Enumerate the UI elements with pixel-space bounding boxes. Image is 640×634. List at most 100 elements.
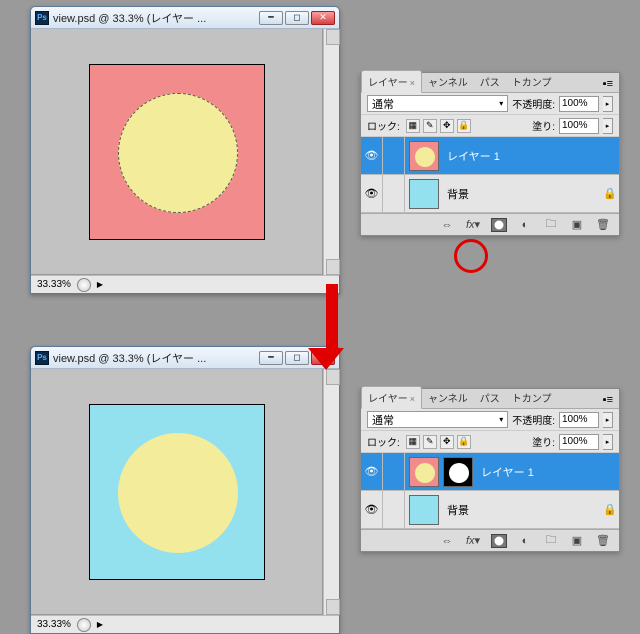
panel-tabs: レイヤー× ャンネル パス トカンプ ▪≡ [361, 73, 619, 93]
maximize-button[interactable]: ◻ [285, 11, 309, 25]
visibility-toggle-icon[interactable] [361, 175, 383, 212]
tab-paths[interactable]: パス [474, 387, 506, 408]
lock-position-icon[interactable]: ✥ [440, 435, 454, 449]
document-window-after: Ps view.psd @ 33.3% (レイヤー ... ━ ◻ ✕ 33.3… [30, 346, 340, 634]
maximize-button[interactable]: ◻ [285, 351, 309, 365]
document-title: view.psd @ 33.3% (レイヤー ... [53, 350, 259, 366]
tab-channels[interactable]: ャンネル [422, 71, 474, 92]
lock-all-icon[interactable]: 🔒 [457, 119, 471, 133]
delete-layer-icon[interactable]: 🗑 [593, 217, 613, 233]
panel-footer: ⇔ fx▾ ◐ 🗀 ▣ 🗑 [361, 529, 619, 551]
vertical-scrollbar[interactable] [323, 29, 339, 275]
opacity-flyout-icon[interactable]: ▸ [603, 96, 613, 112]
layer-name[interactable]: 背景 [443, 502, 601, 518]
opacity-label: 不透明度: [512, 412, 555, 427]
layer-style-icon[interactable]: fx▾ [463, 217, 483, 233]
titlebar[interactable]: Ps view.psd @ 33.3% (レイヤー ... ━ ◻ ✕ [31, 347, 339, 369]
fill-flyout-icon[interactable]: ▸ [603, 118, 613, 134]
delete-layer-icon[interactable]: 🗑 [593, 533, 613, 549]
layer-name[interactable]: レイヤー 1 [477, 464, 601, 480]
masked-circle [118, 433, 238, 553]
tab-layers[interactable]: レイヤー× [361, 70, 422, 93]
opacity-label: 不透明度: [512, 96, 555, 111]
lock-all-icon[interactable]: 🔒 [457, 435, 471, 449]
adjustment-layer-icon[interactable]: ◐ [515, 217, 535, 233]
fill-field[interactable]: 100% [559, 118, 599, 134]
layers-panel-after: レイヤー× ャンネル パス トカンプ ▪≡ 通常▾ 不透明度: 100% ▸ ロ… [360, 388, 620, 552]
new-layer-icon[interactable]: ▣ [567, 217, 587, 233]
tab-layers[interactable]: レイヤー× [361, 386, 422, 409]
visibility-toggle-icon[interactable] [361, 491, 383, 528]
lock-transparent-icon[interactable]: ▦ [406, 435, 420, 449]
tab-paths[interactable]: パス [474, 71, 506, 92]
navigator-icon[interactable] [77, 278, 91, 292]
close-button[interactable]: ✕ [311, 11, 335, 25]
titlebar[interactable]: Ps view.psd @ 33.3% (レイヤー ... ━ ◻ ✕ [31, 7, 339, 29]
layer-name[interactable]: 背景 [443, 186, 601, 202]
opacity-flyout-icon[interactable]: ▸ [603, 412, 613, 428]
new-layer-icon[interactable]: ▣ [567, 533, 587, 549]
canvas-area[interactable] [31, 29, 323, 275]
lock-indicator-icon: 🔒 [601, 503, 619, 516]
zoom-level[interactable]: 33.33% [37, 619, 71, 630]
tab-close-icon[interactable]: × [410, 394, 415, 404]
fill-flyout-icon[interactable]: ▸ [603, 434, 613, 450]
layer-thumbnail[interactable] [409, 495, 439, 525]
layer-name[interactable]: レイヤー 1 [443, 148, 601, 164]
layer-row[interactable]: レイヤー 1 [361, 453, 619, 491]
tab-layer-comps[interactable]: トカンプ [506, 387, 558, 408]
navigator-icon[interactable] [77, 618, 91, 632]
lock-pixels-icon[interactable]: ✎ [423, 435, 437, 449]
layer-thumbnail[interactable] [409, 457, 439, 487]
status-bar: 33.33% ▶ [31, 615, 339, 633]
visibility-toggle-icon[interactable] [361, 137, 383, 174]
fill-label: 塗り: [532, 118, 555, 133]
document-window-before: Ps view.psd @ 33.3% (レイヤー ... ━ ◻ ✕ 33.3… [30, 6, 340, 294]
tab-layer-comps[interactable]: トカンプ [506, 71, 558, 92]
layer-row[interactable]: レイヤー 1 [361, 137, 619, 175]
add-layer-mask-icon[interactable] [489, 217, 509, 233]
layer-row[interactable]: 背景🔒 [361, 491, 619, 529]
adjustment-layer-icon[interactable]: ◐ [515, 533, 535, 549]
blend-mode-select[interactable]: 通常▾ [367, 411, 508, 428]
link-column [383, 137, 405, 174]
layer-group-icon[interactable]: 🗀 [541, 533, 561, 549]
lock-label: ロック: [367, 118, 400, 133]
panel-menu-icon[interactable]: ▪≡ [597, 392, 619, 408]
lock-pixels-icon[interactable]: ✎ [423, 119, 437, 133]
canvas-area[interactable] [31, 369, 323, 615]
tab-close-icon[interactable]: × [410, 78, 415, 88]
layer-thumbnail[interactable] [409, 179, 439, 209]
add-layer-mask-icon[interactable] [489, 533, 509, 549]
status-arrow[interactable]: ▶ [97, 620, 103, 629]
lock-transparent-icon[interactable]: ▦ [406, 119, 420, 133]
layers-panel-before: レイヤー× ャンネル パス トカンプ ▪≡ 通常▾ 不透明度: 100% ▸ ロ… [360, 72, 620, 236]
fill-field[interactable]: 100% [559, 434, 599, 450]
vertical-scrollbar[interactable] [323, 369, 339, 615]
layer-thumbnail[interactable] [409, 141, 439, 171]
layer-group-icon[interactable]: 🗀 [541, 217, 561, 233]
selection-circle [118, 93, 238, 213]
status-arrow[interactable]: ▶ [97, 280, 103, 289]
minimize-button[interactable]: ━ [259, 351, 283, 365]
artboard [89, 64, 265, 240]
minimize-button[interactable]: ━ [259, 11, 283, 25]
link-column [383, 491, 405, 528]
zoom-level[interactable]: 33.33% [37, 279, 71, 290]
tab-channels[interactable]: ャンネル [422, 387, 474, 408]
lock-position-icon[interactable]: ✥ [440, 119, 454, 133]
opacity-field[interactable]: 100% [559, 96, 599, 112]
document-title: view.psd @ 33.3% (レイヤー ... [53, 10, 259, 26]
layer-style-icon[interactable]: fx▾ [463, 533, 483, 549]
link-column [383, 453, 405, 490]
link-layers-icon[interactable]: ⇔ [437, 217, 457, 233]
artboard [89, 404, 265, 580]
lock-indicator-icon: 🔒 [601, 187, 619, 200]
opacity-field[interactable]: 100% [559, 412, 599, 428]
link-layers-icon[interactable]: ⇔ [437, 533, 457, 549]
visibility-toggle-icon[interactable] [361, 453, 383, 490]
layer-mask-thumbnail[interactable] [443, 457, 473, 487]
layer-row[interactable]: 背景🔒 [361, 175, 619, 213]
panel-menu-icon[interactable]: ▪≡ [597, 76, 619, 92]
blend-mode-select[interactable]: 通常▾ [367, 95, 508, 112]
